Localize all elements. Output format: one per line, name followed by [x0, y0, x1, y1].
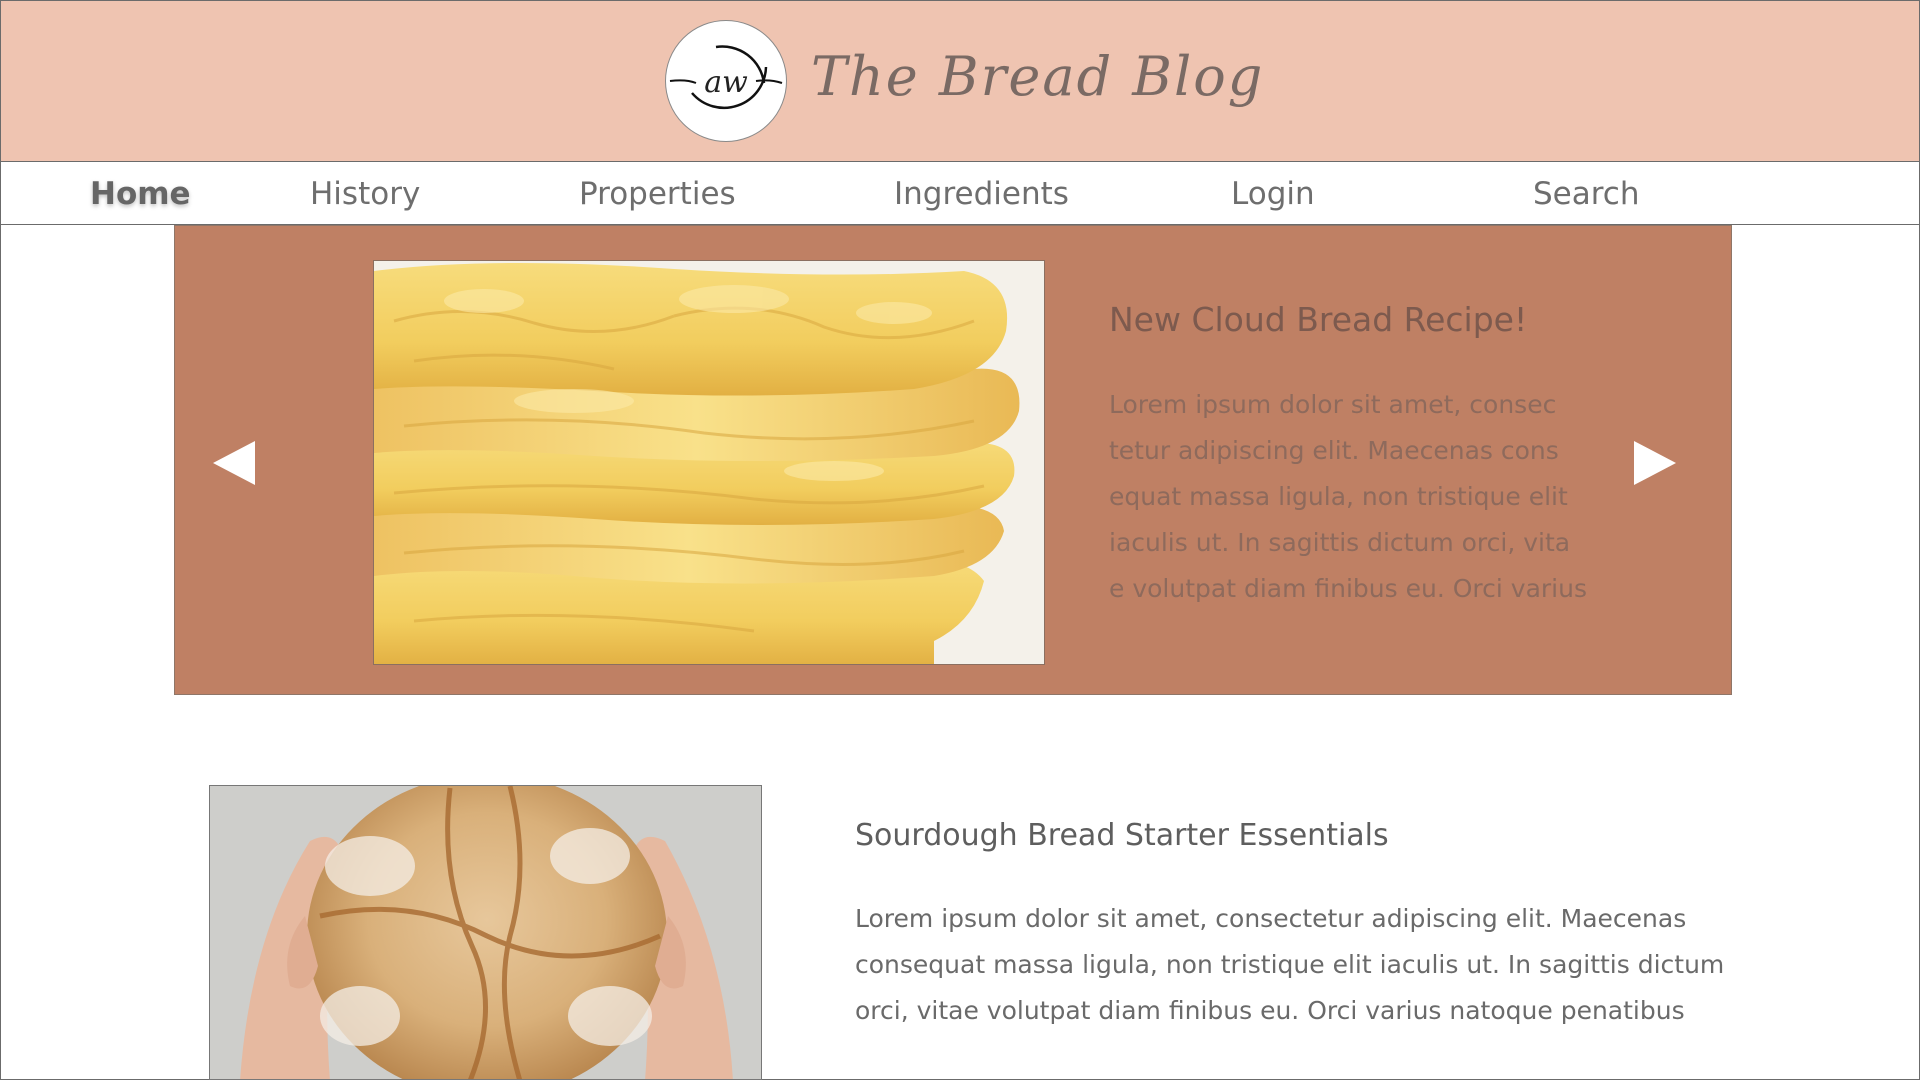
carousel-prev-button[interactable] [211, 439, 257, 491]
logo-monogram: aw [704, 65, 748, 100]
article-excerpt-line: consequat massa ligula, non tristique el… [855, 950, 1725, 979]
triangle-left-icon [213, 441, 255, 485]
article-title[interactable]: Sourdough Bread Starter Essentials [855, 818, 1389, 853]
carousel-excerpt-line: tetur adipiscing elit. Maecenas cons [1109, 436, 1559, 465]
nav-item-ingredients[interactable]: Ingredients [894, 176, 1069, 212]
carousel-excerpt-line: e volutpat diam finibus eu. Orci varius [1109, 574, 1587, 603]
sourdough-loaf-illustration [210, 786, 761, 1079]
nav-item-login[interactable]: Login [1231, 176, 1315, 212]
featured-carousel: New Cloud Bread Recipe! Lorem ipsum dolo… [174, 225, 1732, 695]
article-excerpt: Lorem ipsum dolor sit amet, consectetur … [855, 896, 1755, 1034]
carousel-excerpt-line: iaculis ut. In sagittis dictum orci, vit… [1109, 528, 1571, 557]
nav-item-properties[interactable]: Properties [579, 176, 736, 212]
site-header: aw The Bread Blog [1, 1, 1919, 162]
article-excerpt-line: orci, vitae volutpat diam finibus eu. Or… [855, 996, 1685, 1025]
carousel-excerpt-line: Lorem ipsum dolor sit amet, consec [1109, 390, 1557, 419]
sourdough-image [209, 785, 762, 1080]
triangle-right-icon [1634, 441, 1676, 485]
main-nav: Home History Properties Ingredients Logi… [1, 162, 1919, 225]
cloud-bread-illustration [374, 261, 1044, 664]
site-title[interactable]: The Bread Blog [811, 45, 1264, 108]
carousel-excerpt: Lorem ipsum dolor sit amet, consec tetur… [1109, 382, 1629, 612]
cloud-bread-image [373, 260, 1045, 665]
nav-item-search[interactable]: Search [1533, 176, 1640, 212]
carousel-title[interactable]: New Cloud Bread Recipe! [1109, 300, 1527, 339]
carousel-excerpt-line: equat massa ligula, non tristique elit [1109, 482, 1568, 511]
nav-item-history[interactable]: History [310, 176, 420, 212]
nav-item-home[interactable]: Home [90, 176, 191, 212]
article-excerpt-line: Lorem ipsum dolor sit amet, consectetur … [855, 904, 1687, 933]
carousel-next-button[interactable] [1632, 439, 1678, 491]
